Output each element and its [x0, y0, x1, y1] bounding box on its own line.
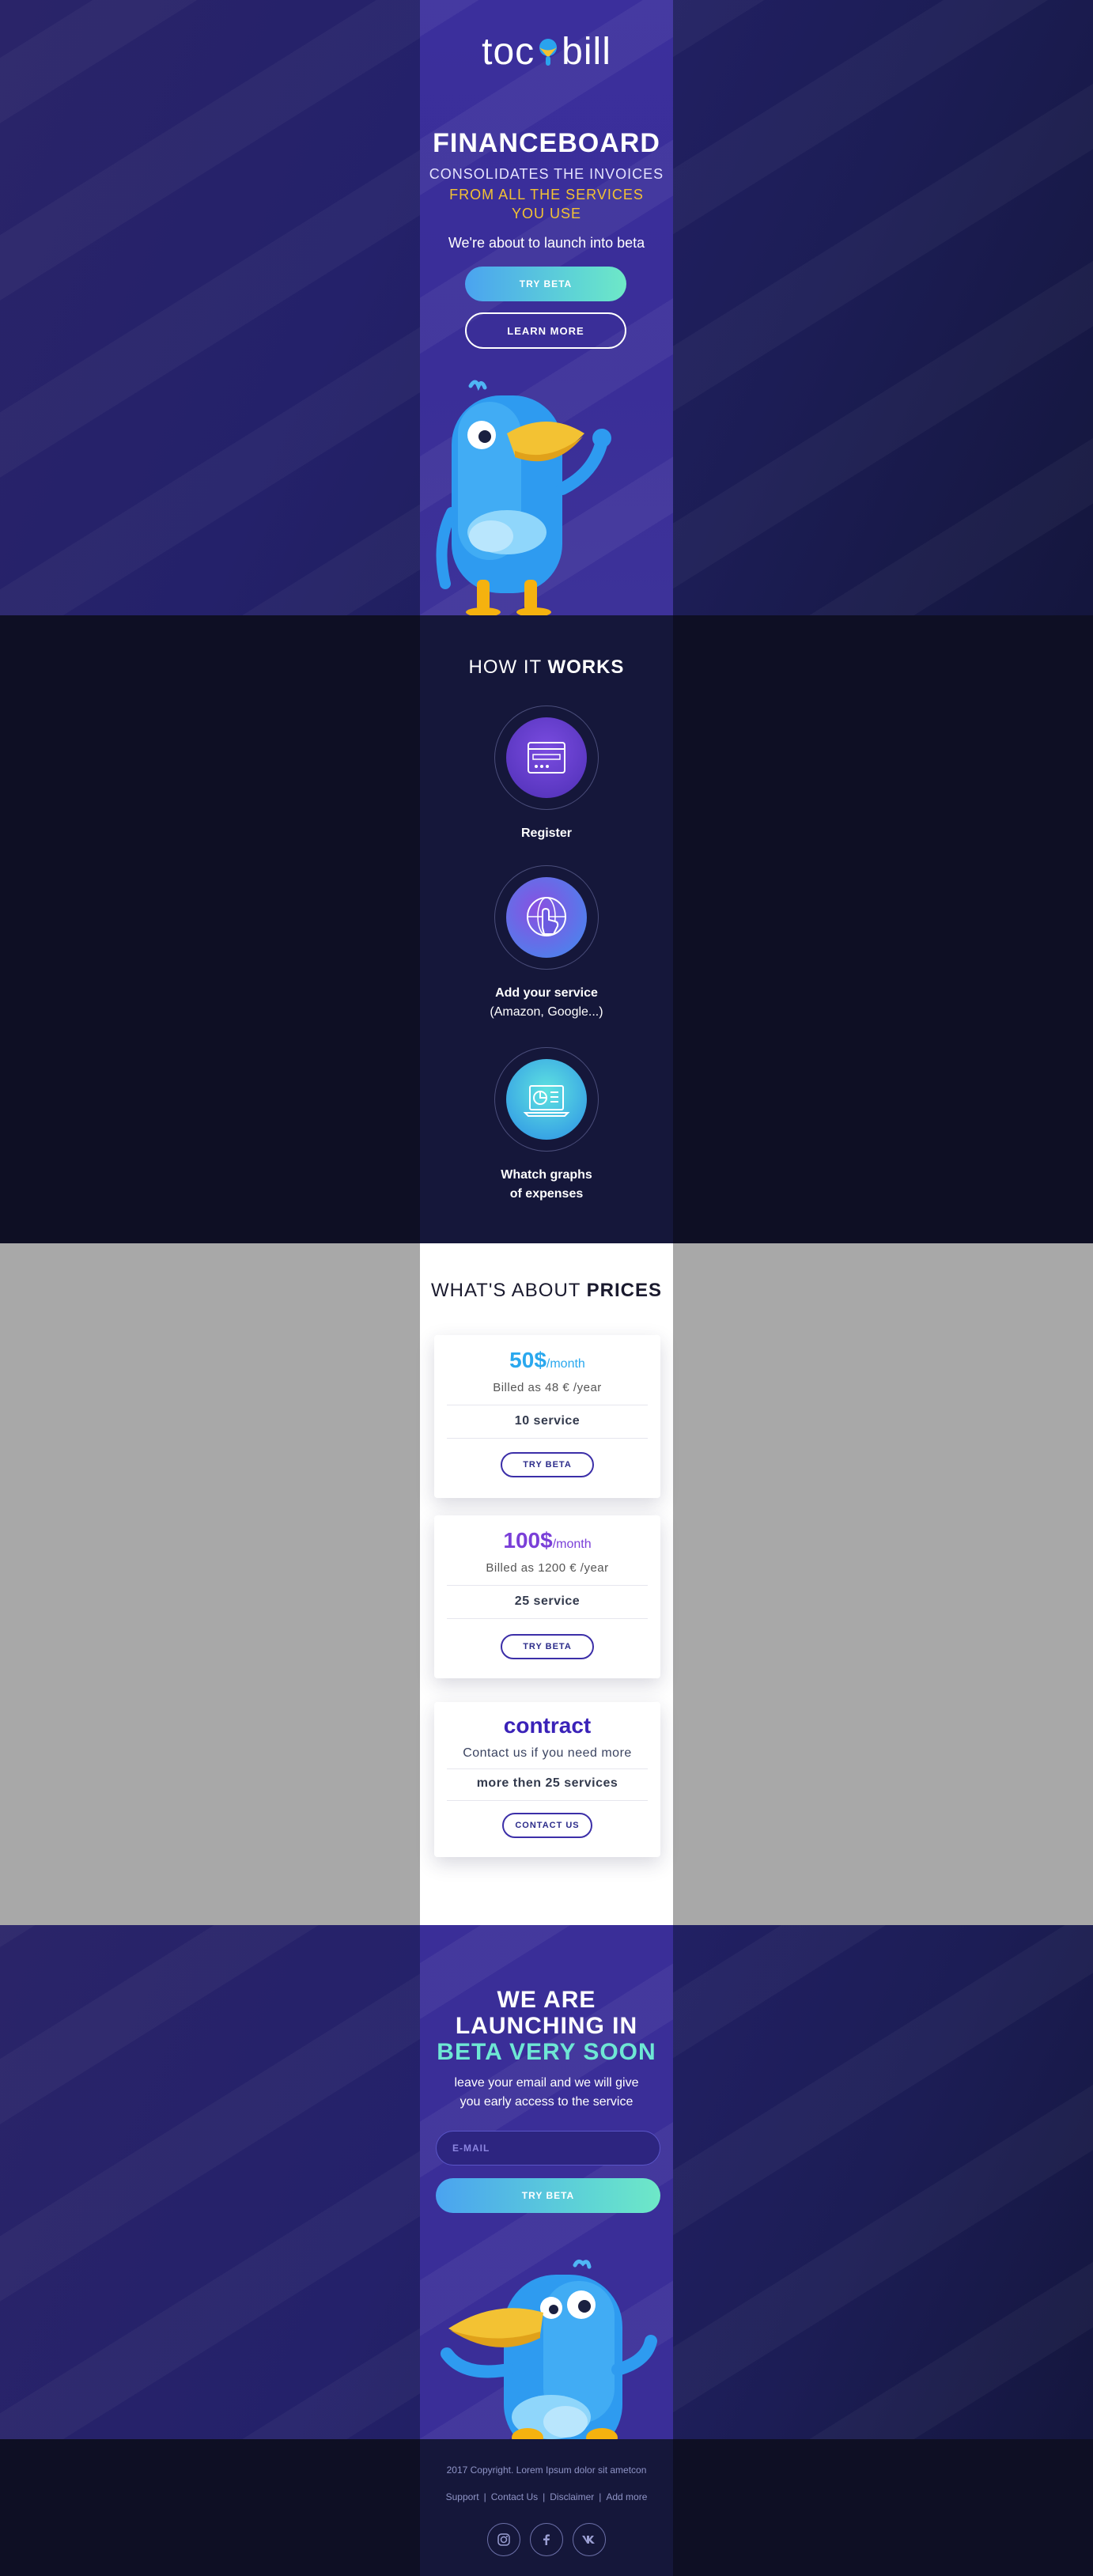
- pricing-column: WHAT'S ABOUT PRICES 50$/month Billed as …: [420, 1243, 673, 1925]
- card-divider: [447, 1438, 648, 1439]
- logo-bird-icon: [536, 35, 560, 66]
- launch-subtitle-line1: leave your email and we will give: [454, 2076, 639, 2090]
- browser-window-icon: [506, 717, 587, 798]
- step-register-label: Register: [520, 827, 573, 840]
- footer-link-support[interactable]: Support: [446, 2491, 479, 2502]
- hero-column: toc bill FINANCEBOARD CONSOLIDATES THE IN…: [420, 0, 673, 615]
- footer-link-disclaimer[interactable]: Disclaimer: [550, 2491, 594, 2502]
- instagram-icon[interactable]: [487, 2523, 520, 2556]
- plan-try-beta-button[interactable]: TRY BETA: [501, 1634, 594, 1659]
- logo[interactable]: toc bill: [420, 30, 673, 74]
- pricing-title-light: WHAT'S ABOUT: [430, 1280, 581, 1301]
- laptop-chart-icon: [506, 1059, 587, 1140]
- plan-price-amount: contract: [503, 1713, 592, 1738]
- card-divider: [447, 1585, 648, 1586]
- step-graphs-badge: [494, 1047, 599, 1152]
- pricing-card-basic: 50$/month Billed as 48 € /year 10 servic…: [434, 1335, 660, 1498]
- step-add-service-badge: [494, 865, 599, 970]
- launch-title-line1: WE ARE: [497, 1987, 596, 2013]
- launch-subtitle-line2: you early access to the service: [460, 2095, 633, 2109]
- facebook-icon[interactable]: [530, 2523, 563, 2556]
- hero-subtitle: CONSOLIDATES THE INVOICES: [429, 166, 664, 182]
- launch-try-beta-button[interactable]: TRY BETA: [436, 2178, 660, 2213]
- logo-text-left: toc: [482, 31, 535, 73]
- contact-us-button[interactable]: CONTACT US: [502, 1813, 592, 1838]
- step-graphs-label: Whatch graphs: [501, 1168, 592, 1182]
- plan-try-beta-button[interactable]: TRY BETA: [501, 1452, 594, 1477]
- plan-price: contract: [434, 1713, 660, 1738]
- plan-price-amount: 100$: [503, 1528, 553, 1553]
- launch-column: WE ARE LAUNCHING IN BETA VERY SOON leave…: [420, 1925, 673, 2439]
- pricing-title-bold: PRICES: [586, 1280, 663, 1301]
- link-separator: |: [483, 2491, 486, 2502]
- hero-title: FINANCEBOARD: [433, 128, 660, 158]
- plan-price-amount: 50$: [509, 1348, 546, 1372]
- copyright-text: 2017 Copyright. Lorem Ipsum dolor sit am…: [446, 2464, 647, 2476]
- plan-billed: Billed as 1200 € /year: [486, 1561, 609, 1575]
- step-register-badge: [494, 705, 599, 810]
- pricing-card-pro: 100$/month Billed as 1200 € /year 25 ser…: [434, 1515, 660, 1678]
- footer-link-add-more[interactable]: Add more: [606, 2491, 647, 2502]
- footer-link-contact[interactable]: Contact Us: [491, 2491, 538, 2502]
- mascot-bird-waving-illustration: [433, 2259, 670, 2439]
- pricing-section: WHAT'S ABOUT PRICES 50$/month Billed as …: [0, 1243, 1093, 1925]
- launch-section: WE ARE LAUNCHING IN BETA VERY SOON leave…: [0, 1925, 1093, 2439]
- footer-column: 2017 Copyright. Lorem Ipsum dolor sit am…: [420, 2439, 673, 2576]
- hero-subtitle-highlight: FROM ALL THE SERVICES YOU USE: [449, 187, 644, 221]
- vk-icon[interactable]: [573, 2523, 606, 2556]
- pricing-card-contract: contract Contact us if you need more mor…: [434, 1702, 660, 1857]
- plan-billed: Contact us if you need more: [463, 1746, 632, 1760]
- step-add-service-sublabel: (Amazon, Google...): [490, 1005, 603, 1019]
- launch-title-line2: LAUNCHING IN: [455, 2013, 638, 2039]
- logo-text-right: bill: [562, 31, 611, 73]
- how-title-light: HOW IT: [468, 656, 542, 678]
- hero-section: toc bill FINANCEBOARD CONSOLIDATES THE IN…: [0, 0, 1093, 615]
- plan-price-unit: /month: [552, 1538, 592, 1551]
- launch-title-line3: BETA VERY SOON: [437, 2039, 656, 2065]
- link-separator: |: [599, 2491, 602, 2502]
- plan-services: 25 service: [514, 1594, 581, 1608]
- learn-more-button[interactable]: LEARN MORE: [465, 312, 626, 349]
- hero-beta-note: We're about to launch into beta: [448, 235, 645, 251]
- footer-section: 2017 Copyright. Lorem Ipsum dolor sit am…: [0, 2439, 1093, 2576]
- how-title: HOW IT WORKS: [420, 656, 673, 679]
- plan-price: 50$/month: [434, 1348, 660, 1373]
- plan-services: more then 25 services: [476, 1776, 618, 1790]
- card-divider: [447, 1800, 648, 1801]
- how-it-works-section: HOW IT WORKS Register Add your service (…: [0, 615, 1093, 1243]
- how-column: HOW IT WORKS Register Add your service (…: [420, 615, 673, 1243]
- card-divider: [447, 1618, 648, 1619]
- link-separator: |: [543, 2491, 546, 2502]
- touch-globe-icon: [506, 877, 587, 958]
- plan-billed: Billed as 48 € /year: [493, 1381, 602, 1394]
- plan-services: 10 service: [514, 1414, 581, 1428]
- how-title-bold: WORKS: [547, 656, 625, 678]
- plan-price: 100$/month: [434, 1528, 660, 1553]
- mascot-bird-illustration: [436, 378, 665, 615]
- card-divider: [447, 1768, 648, 1769]
- try-beta-button[interactable]: TRY BETA: [465, 267, 626, 301]
- plan-price-unit: /month: [546, 1357, 585, 1371]
- pricing-title: WHAT'S ABOUT PRICES: [420, 1280, 673, 1302]
- step-graphs-sublabel: of expenses: [509, 1187, 584, 1201]
- email-input[interactable]: [436, 2131, 660, 2166]
- step-add-service-label: Add your service: [495, 986, 598, 1000]
- footer-links: Support | Contact Us | Disclaimer | Add more: [420, 2491, 673, 2502]
